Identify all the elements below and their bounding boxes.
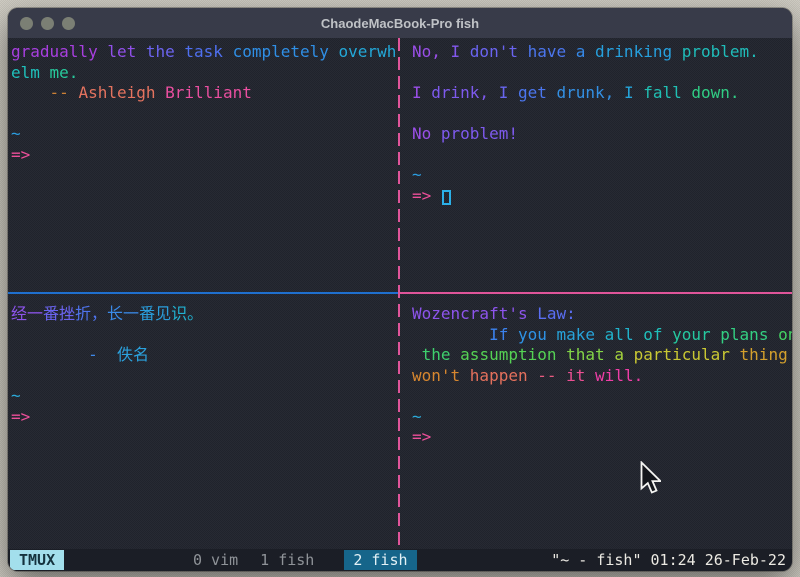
terminal-line: ~ [11, 124, 399, 145]
terminal-line: won't happen -- it will. [412, 366, 792, 387]
block-cursor [442, 190, 451, 205]
terminal-line: => [412, 427, 792, 448]
pane-top-right[interactable]: No, I don't have a drinking problem. I d… [404, 38, 792, 293]
desktop: { "window": { "title": "ChaodeMacBook-Pr… [0, 0, 800, 577]
tmux-window-item-2-active[interactable]: 2 fish [344, 550, 416, 570]
terminal-line: => [11, 145, 399, 166]
terminal-line [11, 325, 399, 346]
pane-separator-horizontal-left[interactable] [8, 292, 398, 294]
pane-separator-horizontal-right[interactable] [400, 292, 792, 294]
traffic-lights [20, 17, 75, 30]
terminal-line: -- Ashleigh Brilliant [11, 83, 399, 104]
titlebar[interactable]: ChaodeMacBook-Pro fish [8, 8, 792, 38]
terminal-window: ChaodeMacBook-Pro fish gradually let the… [8, 8, 792, 571]
tmux-window-item-0[interactable]: 0 vim [193, 551, 238, 569]
pane-separator-vertical[interactable] [398, 38, 400, 549]
terminal-line: Wozencraft's Law: [412, 304, 792, 325]
window-title: ChaodeMacBook-Pro fish [8, 16, 792, 31]
terminal-line: gradually let the task completely overwh [11, 42, 399, 63]
tmux-status-bar: TMUX 0 vim 1 fish 2 fish "~ - fish" 01:2… [8, 549, 792, 571]
terminal-line: ~ [412, 165, 792, 186]
tmux-session: gradually let the task completely overwh… [8, 38, 792, 549]
terminal-line: the assumption that a particular thing [412, 345, 792, 366]
terminal-line: ~ [11, 386, 399, 407]
terminal-line [11, 366, 399, 387]
minimize-button[interactable] [41, 17, 54, 30]
terminal-line: => [412, 186, 792, 207]
status-right-text: "~ - fish" 01:24 26-Feb-22 [551, 551, 786, 569]
tmux-prefix-badge: TMUX [10, 550, 64, 570]
tmux-window-list: 0 vim 1 fish 2 fish [193, 550, 417, 570]
terminal-line: ~ [412, 407, 792, 428]
terminal-line [11, 104, 399, 125]
terminal-line [412, 145, 792, 166]
close-button[interactable] [20, 17, 33, 30]
terminal-line: No problem! [412, 124, 792, 145]
pane-bottom-right[interactable]: Wozencraft's Law: If you make all of you… [404, 296, 792, 549]
terminal-line: No, I don't have a drinking problem. [412, 42, 792, 63]
terminal-line [412, 63, 792, 84]
mouse-cursor [640, 461, 661, 494]
terminal-line [412, 104, 792, 125]
terminal-line: elm me. [11, 63, 399, 84]
fullscreen-button[interactable] [62, 17, 75, 30]
terminal-line [412, 386, 792, 407]
terminal-line: I drink, I get drunk, I fall down. [412, 83, 792, 104]
pane-bottom-left[interactable]: 经一番挫折，长一番见识。 - 佚名 ~=> [8, 296, 399, 549]
terminal-line: - 佚名 [11, 345, 399, 366]
pane-top-left[interactable]: gradually let the task completely overwh… [8, 38, 399, 293]
tmux-window-item-1[interactable]: 1 fish [260, 551, 314, 569]
terminal-line: 经一番挫折，长一番见识。 [11, 304, 399, 325]
terminal-line: => [11, 407, 399, 428]
terminal-line: If you make all of your plans on [412, 325, 792, 346]
